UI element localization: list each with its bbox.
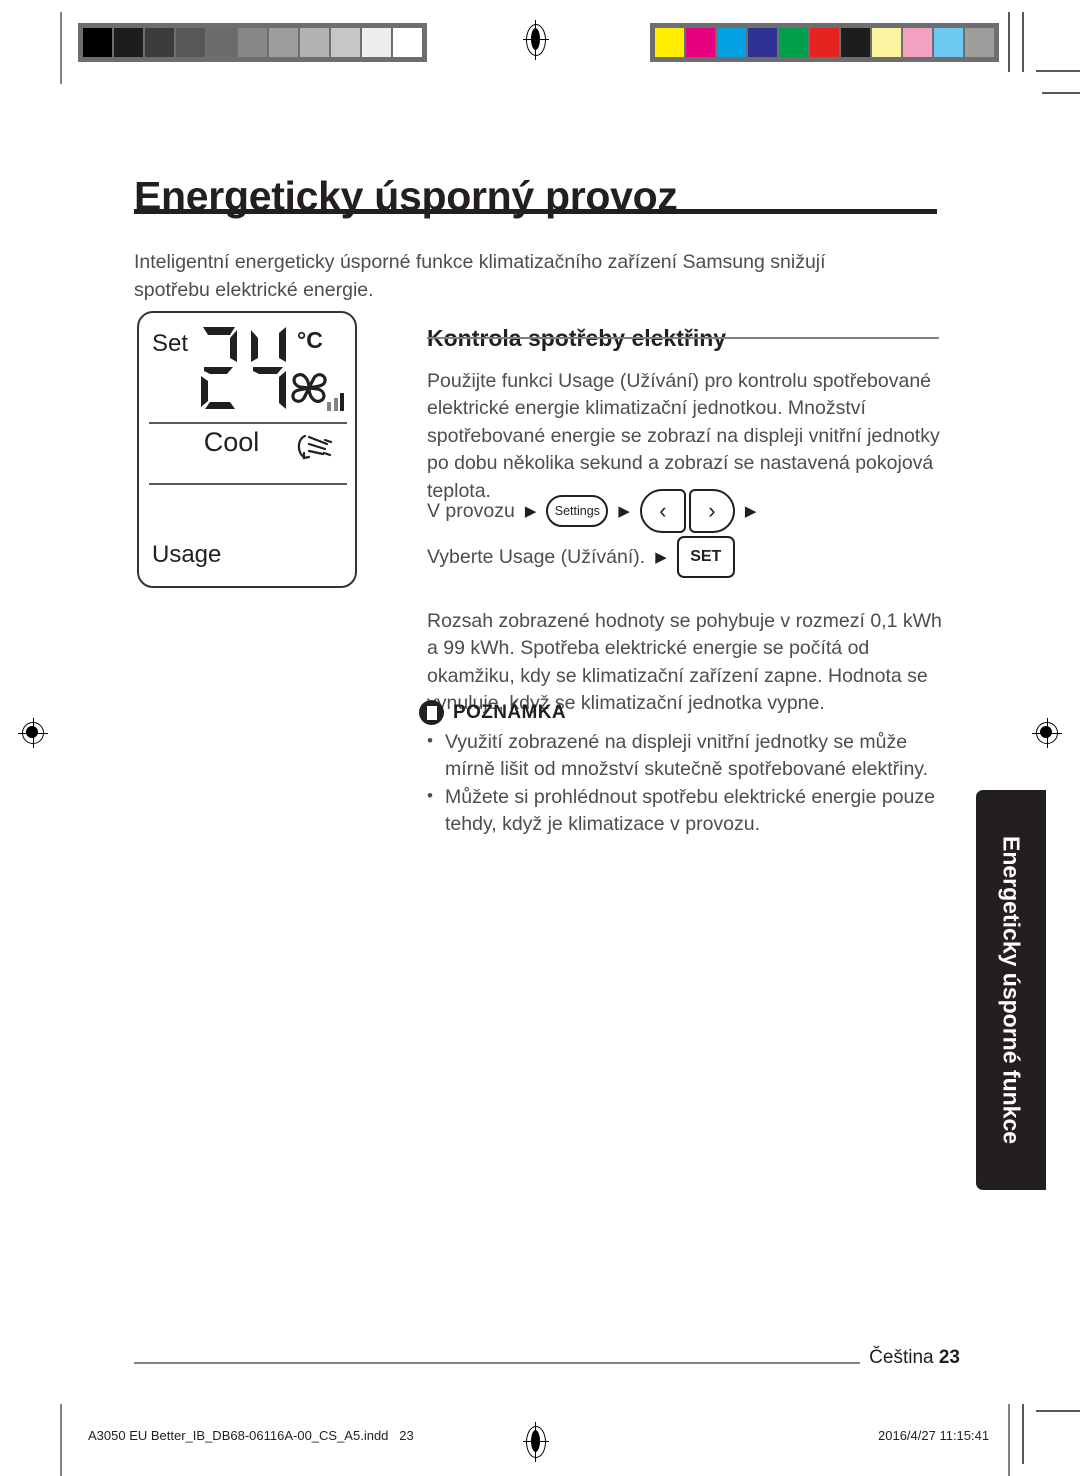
display-divider-2 [149,483,347,485]
step-1-label: V provozu [427,499,515,522]
page-content: Energeticky úsporný provoz Inteligentní … [0,0,1080,1476]
indoor-unit-display-illustration: Set °C Cool Usage [137,311,357,588]
settings-button[interactable]: Settings [546,495,609,527]
display-divider-1 [149,422,347,424]
note-document-icon [419,700,444,725]
airflow-swing-icon [297,434,333,460]
print-timestamp: 2016/4/27 11:15:41 [878,1428,990,1443]
footer-divider [134,1362,860,1364]
footer-page-number: 23 [938,1347,960,1368]
step-arrow-icon: ▶ [744,502,757,520]
note-list: Využití zobrazené na displeji vnitřní je… [419,728,959,837]
chapter-side-tab-label: Energeticky úsporné funkce [998,835,1025,1145]
step-row-1: V provozu ▶ Settings ▶ ‹ › ▶ [427,488,947,534]
display-set-label: Set [152,330,189,357]
display-temperature-unit: °C [297,327,323,353]
set-button[interactable]: SET [676,536,735,578]
registration-oval-mark-bottom [523,1422,549,1462]
section-paragraph-1: Použijte funkci Usage (Užívání) pro kont… [427,369,940,502]
step-arrow-icon: ▶ [618,502,630,520]
intro-paragraph: Inteligentní energeticky úsporné funkce … [134,250,826,301]
print-file-info: A3050 EU Better_IB_DB68-06116A-00_CS_A5.… [88,1428,414,1443]
display-usage-label: Usage [152,541,222,568]
fan-speed-bars-icon [327,391,344,411]
footer-language: Čeština [869,1347,934,1368]
print-file-name: A3050 EU Better_IB_DB68-06116A-00_CS_A5.… [88,1428,389,1443]
print-file-page: 23 [399,1428,414,1443]
nav-left-button[interactable]: ‹ [639,489,686,533]
footer: Čeština 23 [869,1347,960,1369]
note-block: POZNÁMKA Využití zobrazené na displeji v… [419,700,959,839]
title-divider [134,209,937,214]
step-arrow-icon: ▶ [524,502,537,520]
step-arrow-icon: ▶ [655,548,667,566]
step-2-label: Vyberte Usage (Užívání). [427,545,646,568]
note-title: POZNÁMKA [453,701,566,723]
note-list-item: Můžete si prohlédnout spotřebu elektrick… [419,783,959,837]
fan-icon [291,373,327,403]
note-list-item: Využití zobrazené na displeji vnitřní je… [419,728,959,782]
step-instructions: V provozu ▶ Settings ▶ ‹ › ▶ Vyberte Usa… [427,488,947,580]
chapter-side-tab: Energeticky úsporné funkce [976,790,1046,1190]
note-header: POZNÁMKA [419,700,959,725]
section-heading-divider [427,337,939,339]
step-row-2: Vyberte Usage (Užívání). ▶ SET [427,534,947,580]
nav-right-button[interactable]: › [688,489,735,533]
display-temperature-digits [201,327,286,409]
